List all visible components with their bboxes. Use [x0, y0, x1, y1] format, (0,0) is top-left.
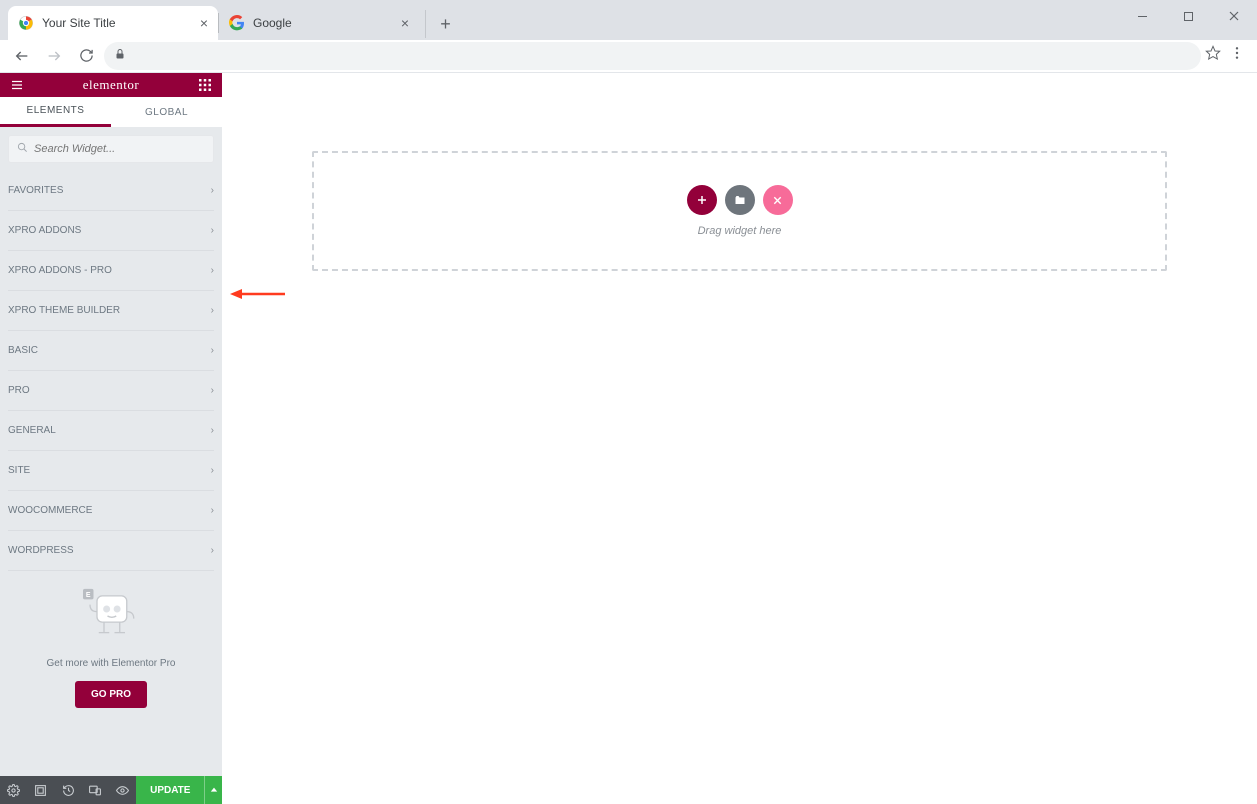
category-label: XPRO THEME BUILDER [8, 305, 120, 316]
nav-reload-icon[interactable] [72, 42, 100, 70]
robot-illustration: E [16, 587, 206, 650]
chrome-icon [18, 15, 34, 31]
elementor-sidebar: elementor ELEMENTS GLOBAL FAVORITES › XPR… [0, 73, 222, 804]
responsive-icon[interactable] [82, 776, 109, 804]
drop-area[interactable]: Drag widget here [312, 151, 1167, 271]
browser-tab-active[interactable]: Your Site Title × [8, 6, 218, 40]
tab-label: ELEMENTS [27, 105, 85, 116]
category-label: XPRO ADDONS - PRO [8, 265, 112, 276]
category-general[interactable]: GENERAL › [8, 411, 214, 451]
tab-elements[interactable]: ELEMENTS [0, 97, 111, 127]
google-icon [229, 15, 245, 31]
browser-tab[interactable]: Google × [219, 6, 419, 40]
category-woocommerce[interactable]: WOOCOMMERCE › [8, 491, 214, 531]
category-label: BASIC [8, 345, 38, 356]
nav-forward-icon[interactable] [40, 42, 68, 70]
svg-text:E: E [86, 592, 91, 599]
nav-back-icon[interactable] [8, 42, 36, 70]
search-icon [17, 140, 28, 158]
category-wordpress[interactable]: WORDPRESS › [8, 531, 214, 571]
search-widget-box[interactable] [8, 135, 214, 163]
sidebar-header: elementor [0, 73, 222, 97]
history-icon[interactable] [54, 776, 81, 804]
category-xpro-addons-pro[interactable]: XPRO ADDONS - PRO › [8, 251, 214, 291]
widget-category-list: FAVORITES › XPRO ADDONS › XPRO ADDONS - PR… [0, 171, 222, 776]
category-label: GENERAL [8, 425, 56, 436]
update-dropdown[interactable] [204, 776, 222, 804]
chevron-right-icon: › [211, 345, 214, 356]
tab-close-icon[interactable]: × [200, 15, 208, 31]
chevron-right-icon: › [211, 265, 214, 276]
chevron-right-icon: › [211, 225, 214, 236]
chevron-right-icon: › [211, 385, 214, 396]
update-button[interactable]: UPDATE [136, 776, 204, 804]
window-close[interactable] [1211, 0, 1257, 32]
category-label: SITE [8, 465, 30, 476]
hamburger-icon[interactable] [8, 76, 26, 94]
tab-title: Google [253, 16, 393, 30]
drop-area-hint: Drag widget here [698, 225, 782, 237]
add-section-button[interactable] [687, 185, 717, 215]
sidebar-footer: UPDATE [0, 776, 222, 804]
go-pro-button[interactable]: GO PRO [75, 681, 147, 708]
tab-close-icon[interactable]: × [401, 15, 409, 31]
menu-icon[interactable] [1229, 45, 1245, 66]
chevron-right-icon: › [211, 505, 214, 516]
star-icon[interactable] [1205, 45, 1221, 66]
browser-titlebar: Your Site Title × Google × + [0, 0, 1257, 40]
new-tab-button[interactable]: + [425, 10, 453, 38]
category-label: WOOCOMMERCE [8, 505, 92, 516]
category-label: WORDPRESS [8, 545, 74, 556]
grid-icon[interactable] [196, 76, 214, 94]
preview-icon[interactable] [109, 776, 136, 804]
tab-title: Your Site Title [42, 16, 192, 30]
category-label: XPRO ADDONS [8, 225, 81, 236]
brand-logo: elementor [83, 77, 139, 93]
chevron-right-icon: › [211, 545, 214, 556]
template-button[interactable] [725, 185, 755, 215]
tab-label: GLOBAL [145, 107, 188, 118]
drop-buttons [687, 185, 793, 215]
search-input[interactable] [34, 143, 205, 155]
editor-canvas[interactable]: Drag widget here [222, 73, 1257, 804]
annotation-arrow-icon [230, 287, 285, 306]
chevron-right-icon: › [211, 425, 214, 436]
chevron-right-icon: › [211, 185, 214, 196]
navigator-icon[interactable] [27, 776, 54, 804]
category-site[interactable]: SITE › [8, 451, 214, 491]
promo-text: Get more with Elementor Pro [16, 658, 206, 669]
window-maximize[interactable] [1165, 0, 1211, 32]
settings-icon[interactable] [0, 776, 27, 804]
category-label: PRO [8, 385, 30, 396]
lock-icon [114, 48, 126, 63]
category-xpro-addons[interactable]: XPRO ADDONS › [8, 211, 214, 251]
omnibox[interactable] [104, 42, 1201, 70]
tab-global[interactable]: GLOBAL [111, 97, 222, 127]
window-minimize[interactable] [1119, 0, 1165, 32]
category-favorites[interactable]: FAVORITES › [8, 171, 214, 211]
chevron-right-icon: › [211, 305, 214, 316]
address-bar [0, 40, 1257, 72]
category-xpro-theme-builder[interactable]: XPRO THEME BUILDER › [8, 291, 214, 331]
category-pro[interactable]: PRO › [8, 371, 214, 411]
chevron-right-icon: › [211, 465, 214, 476]
promo-area: E Get more with Elementor Pro GO PRO [8, 571, 214, 724]
category-basic[interactable]: BASIC › [8, 331, 214, 371]
close-section-button[interactable] [763, 185, 793, 215]
sidebar-tabs: ELEMENTS GLOBAL [0, 97, 222, 127]
category-label: FAVORITES [8, 185, 63, 196]
window-controls [1119, 0, 1257, 32]
